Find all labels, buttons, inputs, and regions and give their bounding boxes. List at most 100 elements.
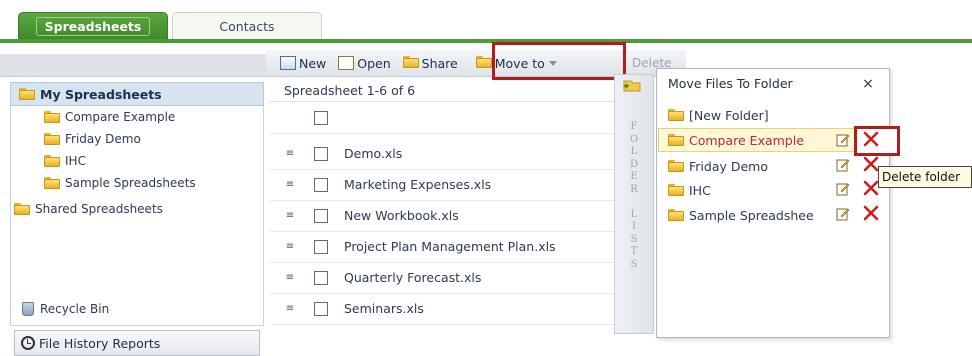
sidebar-item-label: IHC xyxy=(65,154,86,168)
file-name[interactable]: Demo.xls xyxy=(344,146,402,161)
table-row[interactable]: ≡ Marketing Expenses.xls xyxy=(270,169,614,201)
list-header: Spreadsheet 1-6 of 6 xyxy=(270,80,614,102)
strip-letter: T xyxy=(630,246,638,257)
row-checkbox[interactable] xyxy=(314,177,328,192)
delete-folder-icon[interactable] xyxy=(862,204,880,225)
open-label: Open xyxy=(357,55,391,71)
sidebar-item-friday-demo[interactable]: Friday Demo xyxy=(44,130,196,148)
row-checkbox[interactable] xyxy=(314,270,328,285)
file-name[interactable]: Marketing Expenses.xls xyxy=(344,177,491,192)
strip-letter: S xyxy=(630,258,638,270)
sidebar-item-sample-spreadsheets[interactable]: Sample Spreadsheets xyxy=(44,174,196,192)
folder-open-icon xyxy=(14,203,30,215)
expand-chevron-icon[interactable]: ≡ xyxy=(282,148,298,159)
my-spreadsheets-header[interactable]: My Spreadsheets xyxy=(10,82,264,106)
new-label: New xyxy=(299,55,327,71)
open-button[interactable]: Open xyxy=(338,55,391,71)
delete-folder-tooltip: Delete folder xyxy=(878,166,972,188)
edit-folder-icon[interactable] xyxy=(836,158,850,175)
left-panel-header xyxy=(0,54,266,77)
sidebar-item-ihc[interactable]: IHC xyxy=(44,152,196,170)
new-folder-item[interactable]: [New Folder] xyxy=(668,104,868,126)
move-to-highlight xyxy=(492,42,626,80)
table-row[interactable]: ≡ Project Plan Management Plan.xls xyxy=(270,231,614,263)
file-history-reports-label: File History Reports xyxy=(39,335,161,351)
sidebar-item-label: Compare Example xyxy=(65,110,176,124)
file-name[interactable]: New Workbook.xls xyxy=(344,208,459,223)
strip-letter: D xyxy=(629,158,639,170)
strip-letter xyxy=(632,196,635,209)
shared-spreadsheets-label: Shared Spreadsheets xyxy=(35,202,163,216)
folder-icon xyxy=(44,133,60,145)
tab-spreadsheets-label: Spreadsheets xyxy=(35,16,151,36)
tab-underline xyxy=(0,39,972,43)
file-history-reports-button[interactable]: File History Reports xyxy=(14,330,260,356)
move-folder-icon xyxy=(475,56,492,70)
strip-letter: F xyxy=(630,121,638,132)
sidebar-item-label: Sample Spreadsheets xyxy=(65,176,196,190)
expand-chevron-icon[interactable]: ≡ xyxy=(282,303,298,314)
strip-letter: S xyxy=(630,233,638,245)
file-name[interactable]: Project Plan Management Plan.xls xyxy=(344,239,556,254)
table-row[interactable]: ≡ Demo.xls xyxy=(270,138,614,170)
strip-letter: L xyxy=(630,208,638,220)
edit-icon xyxy=(338,56,355,70)
new-folder-label: [New Folder] xyxy=(689,107,769,123)
select-all-row xyxy=(270,102,614,134)
folder-icon xyxy=(668,184,684,196)
expand-chevron-icon[interactable]: ≡ xyxy=(282,241,298,252)
tab-contacts-label: Contacts xyxy=(219,18,275,34)
row-checkbox[interactable] xyxy=(314,239,328,254)
file-name[interactable]: Seminars.xls xyxy=(344,301,424,316)
tab-contacts[interactable]: Contacts xyxy=(172,12,322,39)
folder-label: IHC xyxy=(689,182,711,198)
new-button[interactable]: New xyxy=(280,56,326,71)
folder-label: Friday Demo xyxy=(689,158,768,174)
strip-letter: E xyxy=(630,171,638,182)
table-row[interactable]: ≡ New Workbook.xls xyxy=(270,200,614,232)
share-folder-icon xyxy=(402,56,419,70)
close-icon[interactable]: × xyxy=(860,74,876,94)
sidebar-item-label: Friday Demo xyxy=(65,132,141,146)
folder-lists-strip[interactable]: FOLDER LISTS xyxy=(614,74,654,334)
clock-icon xyxy=(21,336,35,350)
delete-folder-icon[interactable] xyxy=(862,130,880,151)
strip-letter: I xyxy=(632,221,636,232)
recycle-bin[interactable]: Recycle Bin xyxy=(10,296,262,322)
strip-letter: L xyxy=(630,146,638,157)
edit-folder-icon[interactable] xyxy=(836,207,850,224)
recycle-bin-label: Recycle Bin xyxy=(40,302,110,316)
new-spreadsheet-icon xyxy=(280,56,296,70)
row-checkbox[interactable] xyxy=(314,208,328,223)
recycle-bin-icon xyxy=(22,302,34,316)
folder-label: Compare Example xyxy=(689,132,804,148)
edit-folder-icon[interactable] xyxy=(836,182,850,199)
select-all-checkbox[interactable] xyxy=(314,110,328,125)
sidebar-item-compare-example[interactable]: Compare Example xyxy=(44,108,196,126)
folder-icon xyxy=(44,155,60,167)
tab-spreadsheets[interactable]: Spreadsheets xyxy=(18,12,168,39)
row-checkbox[interactable] xyxy=(314,301,328,316)
folder-icon xyxy=(668,160,684,172)
table-row[interactable]: ≡ Quarterly Forecast.xls xyxy=(270,262,614,294)
folder-open-icon xyxy=(19,88,35,100)
popup-title: Move Files To Folder xyxy=(668,76,793,91)
edit-folder-icon[interactable] xyxy=(836,133,850,150)
folder-icon xyxy=(668,134,684,146)
sidebar-items: Compare Example Friday Demo IHC Sample S… xyxy=(44,108,196,192)
expand-chevron-icon[interactable]: ≡ xyxy=(282,272,298,283)
share-button[interactable]: Share xyxy=(402,56,458,71)
expand-chevron-icon[interactable]: ≡ xyxy=(282,179,298,190)
file-name[interactable]: Quarterly Forecast.xls xyxy=(344,270,481,285)
expand-chevron-icon[interactable]: ≡ xyxy=(282,210,298,221)
folder-icon xyxy=(44,111,60,123)
folder-icon xyxy=(668,209,684,221)
shared-spreadsheets[interactable]: Shared Spreadsheets xyxy=(14,200,163,218)
folder-label: Sample Spreadshee xyxy=(689,207,814,223)
strip-letter: O xyxy=(629,133,639,145)
table-row[interactable]: ≡ Seminars.xls xyxy=(270,293,614,325)
collapse-arrow-icon[interactable] xyxy=(622,78,642,92)
row-checkbox[interactable] xyxy=(314,146,328,161)
strip-letter: R xyxy=(630,183,638,195)
folder-icon xyxy=(44,177,60,189)
